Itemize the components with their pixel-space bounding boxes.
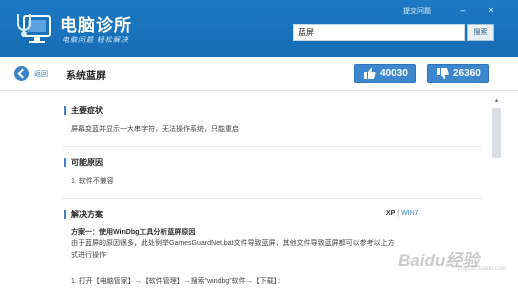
back-label[interactable]: 返回 xyxy=(34,69,48,79)
search-button[interactable]: 搜索 xyxy=(467,24,494,41)
page-title: 系统蓝屏 xyxy=(66,71,106,82)
minimize-button[interactable]: – xyxy=(456,4,470,16)
scroll-up-icon[interactable]: ▲ xyxy=(492,97,501,106)
search-input[interactable] xyxy=(294,25,464,40)
os-tab-xp[interactable]: XP xyxy=(386,210,395,217)
method-title: 方案一：使用WinDbg工具分析蓝屏原因 xyxy=(71,229,196,236)
search-box xyxy=(293,24,465,41)
app-header: 电脑诊所 电脑问题 轻松解决 提交问题 – × 搜索 xyxy=(0,0,518,57)
feedback-link[interactable]: 提交问题 xyxy=(403,6,431,16)
close-button[interactable]: × xyxy=(484,4,498,16)
os-tab-separator: | xyxy=(397,210,400,217)
title-bar: 返回 系统蓝屏 40030 26360 xyxy=(0,57,518,91)
solution-title: 解决方案 xyxy=(64,210,103,219)
divider xyxy=(62,198,482,199)
app-slogan: 电脑问题 轻松解决 xyxy=(62,37,129,44)
os-tabs: XP | WIN7 xyxy=(386,210,419,217)
upvote-count: 40030 xyxy=(380,68,408,79)
symptoms-text: 屏幕变蓝并显示一大串字符，无法操作系统，只能重启 xyxy=(71,126,239,133)
back-arrow-icon[interactable] xyxy=(14,66,29,81)
solution-line: 由于蓝屏的原因很多，此处例举GamesGuardNet.bat文件导致蓝屏，其他… xyxy=(71,240,395,247)
upvote-button[interactable]: 40030 xyxy=(354,64,416,83)
thumbs-up-icon xyxy=(364,68,376,79)
solution-line: 式进行操作 xyxy=(71,252,106,259)
solution-step: 1. 打开【电脑管家】→【软件管理】→搜索“windbg”软件→【下载】： xyxy=(71,278,285,285)
divider xyxy=(62,146,482,147)
causes-title: 可能原因 xyxy=(64,158,103,167)
stethoscope-monitor-icon xyxy=(17,14,51,43)
symptoms-title: 主要症状 xyxy=(64,106,103,115)
downvote-button[interactable]: 26360 xyxy=(427,64,489,83)
app-title: 电脑诊所 xyxy=(60,16,132,35)
causes-text: 1. 软件不兼容 xyxy=(71,178,114,185)
thumbs-down-icon xyxy=(437,68,449,79)
os-tab-win7[interactable]: WIN7 xyxy=(401,210,419,217)
watermark-url: jingyan.baidu.com xyxy=(458,266,507,272)
downvote-count: 26360 xyxy=(453,68,481,79)
scrollbar-thumb[interactable] xyxy=(492,108,501,158)
